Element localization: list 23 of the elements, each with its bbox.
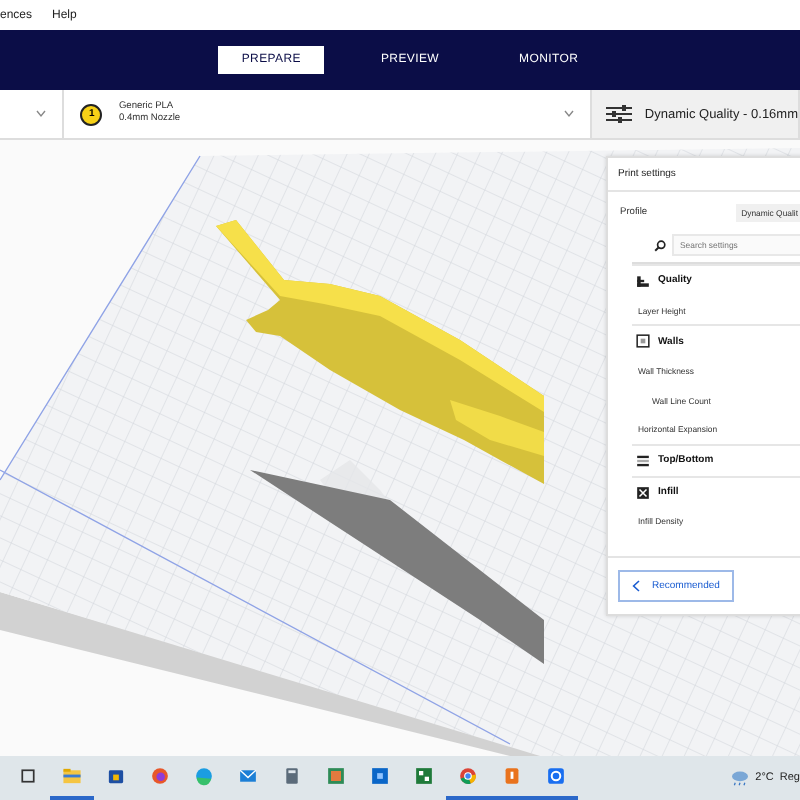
walls-icon <box>636 334 650 349</box>
search-icon <box>654 239 666 251</box>
app-icon <box>458 766 478 786</box>
app-icon <box>546 766 566 786</box>
app-icon <box>282 766 302 786</box>
layers-icon <box>636 453 650 468</box>
app-icon <box>106 766 126 786</box>
app-icon <box>502 766 522 786</box>
cloud-rain-icon <box>729 770 750 786</box>
quality-icon <box>636 273 650 288</box>
app-icon <box>62 766 82 786</box>
sliders-icon <box>606 104 633 124</box>
chevron-icon[interactable] <box>564 110 575 118</box>
app-icon <box>194 766 214 786</box>
chevron-left-icon <box>632 580 640 592</box>
app-icon <box>414 766 434 786</box>
app-icon <box>238 766 258 786</box>
app-icon <box>150 766 170 786</box>
infill-icon <box>636 485 650 500</box>
app-icon <box>326 766 346 786</box>
app-icon <box>18 766 38 786</box>
app-icon <box>370 766 390 786</box>
chevron-icon[interactable] <box>36 110 47 118</box>
